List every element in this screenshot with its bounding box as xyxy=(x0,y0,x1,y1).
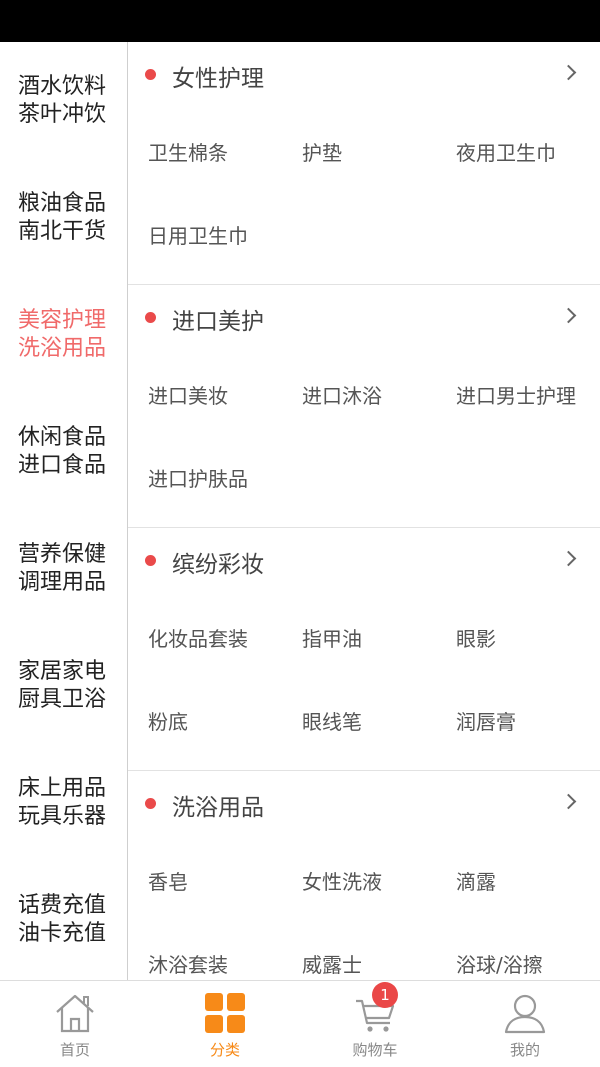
section-title: 洗浴用品 xyxy=(172,795,264,821)
section-header[interactable]: 进口美护 xyxy=(128,285,600,353)
cart-badge: 1 xyxy=(372,982,398,1008)
section-title: 缤纷彩妆 xyxy=(172,552,264,578)
sidebar-item-label: 洗浴用品 xyxy=(18,335,107,361)
category-content: 女性护理 卫生棉条 护垫 夜用卫生巾 日用卫生巾 进口美护 进口美妆 进口沐浴 … xyxy=(128,42,600,980)
subcategory-item[interactable]: 进口护肤品 xyxy=(128,436,282,519)
tab-home[interactable]: 首页 xyxy=(0,981,150,1067)
sidebar-item-label: 酒水饮料 xyxy=(18,73,107,99)
tab-mine[interactable]: 我的 xyxy=(450,981,600,1067)
red-dot-icon xyxy=(145,312,156,323)
sidebar-item-recharge[interactable]: 话费充值 油卡充值 xyxy=(0,861,127,978)
section-imported-beauty: 进口美护 进口美妆 进口沐浴 进口男士护理 进口护肤品 xyxy=(128,285,600,528)
user-icon xyxy=(503,991,547,1035)
subcategory-item[interactable]: 进口沐浴 xyxy=(282,353,436,436)
subcategory-item[interactable]: 滴露 xyxy=(436,839,590,922)
subcategory-item[interactable]: 香皂 xyxy=(128,839,282,922)
sidebar-item-snacks[interactable]: 休闲食品 进口食品 xyxy=(0,393,127,510)
sidebar-item-label: 茶叶冲饮 xyxy=(18,101,107,127)
sidebar-item-health[interactable]: 营养保健 调理用品 xyxy=(0,510,127,627)
status-bar xyxy=(0,0,600,42)
chevron-right-icon[interactable] xyxy=(560,550,577,567)
tab-label: 我的 xyxy=(509,1041,540,1059)
sidebar-item-label: 调理用品 xyxy=(18,569,107,595)
subcategory-item[interactable]: 卫生棉条 xyxy=(128,110,282,193)
sidebar-item-label: 休闲食品 xyxy=(18,424,107,450)
sidebar-item-drinks[interactable]: 酒水饮料 茶叶冲饮 xyxy=(0,42,127,159)
bottom-tab-bar: 首页 分类 1 购物车 我的 xyxy=(0,980,600,1067)
tab-label: 购物车 xyxy=(352,1041,398,1059)
chevron-right-icon[interactable] xyxy=(560,307,577,324)
sidebar-item-label: 美容护理 xyxy=(18,307,107,333)
subcategory-item[interactable]: 浴球/浴擦 xyxy=(436,922,590,980)
section-bath: 洗浴用品 香皂 女性洗液 滴露 沐浴套装 威露士 浴球/浴擦 xyxy=(128,771,600,980)
tab-cart[interactable]: 1 购物车 xyxy=(300,981,450,1067)
section-title: 女性护理 xyxy=(172,66,264,92)
cart-icon: 1 xyxy=(353,982,398,1035)
red-dot-icon xyxy=(145,798,156,809)
subcategory-item[interactable]: 护垫 xyxy=(282,110,436,193)
chevron-right-icon[interactable] xyxy=(560,793,577,810)
sidebar-item-label: 进口食品 xyxy=(18,452,107,478)
section-header[interactable]: 女性护理 xyxy=(128,42,600,110)
grid-icon xyxy=(203,991,247,1035)
subcategory-item[interactable]: 沐浴套装 xyxy=(128,922,282,980)
red-dot-icon xyxy=(145,69,156,80)
sidebar-item-label: 玩具乐器 xyxy=(18,803,107,829)
sidebar-item-label: 油卡充值 xyxy=(18,920,107,946)
subcategory-item[interactable]: 女性洗液 xyxy=(282,839,436,922)
section-header[interactable]: 洗浴用品 xyxy=(128,771,600,839)
section-header[interactable]: 缤纷彩妆 xyxy=(128,528,600,596)
sidebar-item-label: 南北干货 xyxy=(18,218,107,244)
tab-category[interactable]: 分类 xyxy=(150,981,300,1067)
subcategory-item[interactable]: 日用卫生巾 xyxy=(128,193,282,276)
subcategory-item[interactable]: 进口美妆 xyxy=(128,353,282,436)
chevron-right-icon[interactable] xyxy=(560,64,577,81)
sidebar-item-label: 营养保健 xyxy=(18,541,107,567)
sidebar-item-label: 粮油食品 xyxy=(18,190,107,216)
home-icon xyxy=(53,991,97,1035)
subcategory-item[interactable]: 润唇膏 xyxy=(436,679,590,762)
subcategory-item[interactable]: 眼线笔 xyxy=(282,679,436,762)
sidebar-item-grain-oil[interactable]: 粮油食品 南北干货 xyxy=(0,159,127,276)
section-feminine-care: 女性护理 卫生棉条 护垫 夜用卫生巾 日用卫生巾 xyxy=(128,42,600,285)
subcategory-item[interactable]: 粉底 xyxy=(128,679,282,762)
subcategory-item[interactable]: 指甲油 xyxy=(282,596,436,679)
sidebar-item-label: 床上用品 xyxy=(18,775,107,801)
sidebar-item-beauty-bath[interactable]: 美容护理 洗浴用品 xyxy=(0,276,127,393)
subcategory-item[interactable]: 进口男士护理 xyxy=(436,353,590,436)
tab-label: 首页 xyxy=(59,1041,90,1059)
sidebar-item-bedding-toys[interactable]: 床上用品 玩具乐器 xyxy=(0,744,127,861)
sidebar-item-label: 话费充值 xyxy=(18,892,107,918)
subcategory-item[interactable]: 化妆品套装 xyxy=(128,596,282,679)
subcategory-item[interactable]: 威露士 xyxy=(282,922,436,980)
red-dot-icon xyxy=(145,555,156,566)
sidebar-item-label: 厨具卫浴 xyxy=(18,686,107,712)
subcategory-item[interactable]: 眼影 xyxy=(436,596,590,679)
section-title: 进口美护 xyxy=(172,309,264,335)
tab-label: 分类 xyxy=(209,1041,240,1059)
sidebar-item-home-appliance[interactable]: 家居家电 厨具卫浴 xyxy=(0,627,127,744)
category-sidebar: 酒水饮料 茶叶冲饮 粮油食品 南北干货 美容护理 洗浴用品 休闲食品 进口食品 … xyxy=(0,42,128,980)
section-makeup: 缤纷彩妆 化妆品套装 指甲油 眼影 粉底 眼线笔 润唇膏 xyxy=(128,528,600,771)
subcategory-item[interactable]: 夜用卫生巾 xyxy=(436,110,590,193)
sidebar-item-label: 家居家电 xyxy=(18,658,107,684)
